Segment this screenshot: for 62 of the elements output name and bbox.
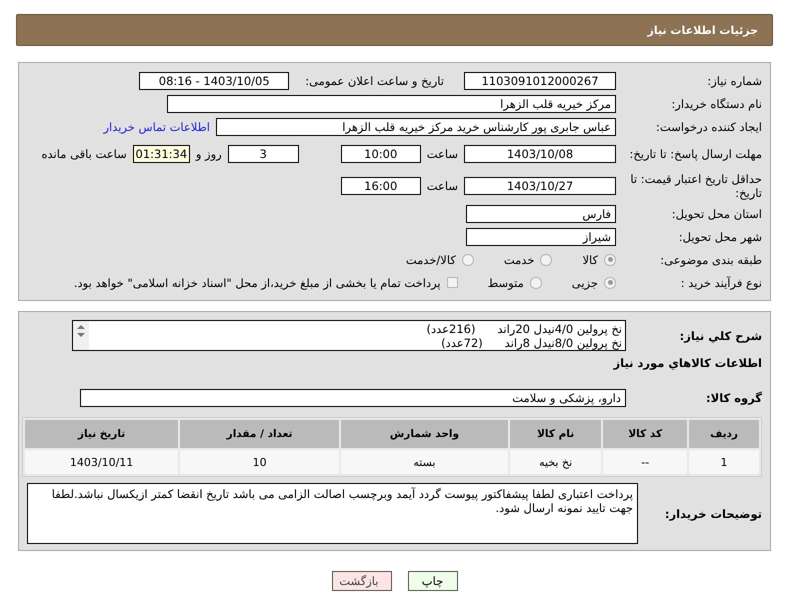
column-header: ردیف (689, 420, 759, 448)
validity-date-field[interactable]: 1403/10/27 (464, 177, 616, 195)
deadline-date-field[interactable]: 1403/10/08 (464, 145, 616, 163)
table-cell: 1 (689, 450, 759, 474)
radio-label: کالا/خدمت (406, 252, 456, 266)
column-header: نام کالا (510, 420, 602, 448)
field-label: ساعت (426, 179, 458, 193)
field-label: طبقه بندی موضوعی: (659, 252, 762, 266)
section-heading: اطلاعات کالاهاي مورد نياز (614, 356, 762, 370)
radio-button[interactable] (462, 254, 474, 266)
need-number-field[interactable]: 1103091012000267 (464, 72, 616, 90)
field-label: نام دستگاه خریدار: (670, 96, 762, 110)
checkbox-label: پرداخت تمام یا بخشی از مبلغ خرید،از محل "اسناد خزانه اسلامی" خواهد بود. (74, 276, 441, 290)
notes-textarea[interactable]: پرداخت اعتباری لطفا پیشفاکتور پیوست گردد آیمد وبرچسب اصالت الزامی می باشد تاریخ انقضا کمتر ازیکسال نباشد.لطفا جهت تایید نمونه ارسال شود. (27, 483, 638, 544)
field-label: شماره نیاز: (706, 74, 762, 88)
table-cell: 10 (180, 450, 339, 474)
table-cell: -- (603, 450, 688, 474)
remaining-time-field[interactable]: 01:31:34 (132, 145, 190, 163)
column-header: تاریخ نیاز (25, 420, 178, 448)
column-header: کد کالا (603, 420, 688, 448)
field-label: ایجاد کننده درخواست: (655, 120, 762, 134)
radio-label: متوسط (488, 276, 524, 290)
field-label: گروه کالا: (705, 390, 762, 404)
table-cell: نخ بخیه (510, 450, 602, 474)
radio-label: خدمت (504, 252, 534, 266)
validity-time-field[interactable]: 16:00 (340, 177, 421, 195)
field-label: حداقل تاریخ اعتبار قیمت: تا تاریخ: (629, 172, 762, 200)
field-label: ساعت باقی مانده (42, 147, 127, 161)
field-label: روز و (196, 147, 222, 161)
announce-date-field[interactable]: 1403/10/05 - 08:16 (139, 72, 290, 90)
radio-button[interactable] (604, 254, 616, 266)
field-label: نوع فرآیند خرید : (680, 276, 762, 290)
field-label: شهر محل تحویل: (678, 230, 762, 244)
table-cell: بسته (341, 450, 508, 474)
column-header: تعداد / مقدار (180, 420, 339, 448)
field-label: تاریخ و ساعت اعلان عمومی: (305, 74, 444, 88)
radio-label: جزیی (572, 276, 598, 290)
column-header: واحد شمارش (341, 420, 508, 448)
radio-button[interactable] (604, 276, 616, 288)
province-field[interactable]: فارس (466, 204, 616, 222)
product-group-field[interactable]: دارو، پزشکی و سلامت (80, 388, 626, 406)
scroll-arrows-icon[interactable] (75, 324, 87, 338)
field-label: استان محل تحویل: (670, 206, 762, 220)
field-label: مهلت ارسال پاسخ: تا تاریخ: (628, 147, 762, 161)
radio-label: کالا (582, 252, 598, 266)
checkbox[interactable] (446, 277, 458, 288)
field-label: ساعت (426, 147, 458, 161)
table-cell: 1403/10/11 (25, 450, 178, 474)
print-button[interactable]: چاپ (408, 571, 458, 591)
deadline-time-field[interactable]: 10:00 (340, 145, 421, 163)
description-textarea[interactable]: نخ پرولین 4/0نیدل 20راند (216عدد) نخ پرولین 8/0نیدل 8راند (72عدد) (72, 320, 626, 351)
page-title: جزئیات اطلاعات نیاز (648, 24, 758, 36)
radio-button[interactable] (530, 276, 542, 288)
city-field[interactable]: شیراز (466, 228, 616, 246)
contact-link[interactable]: اطلاعات تماس خریدار (103, 120, 210, 134)
field-label: توضیحات خریدار: (664, 506, 762, 520)
buyer-field[interactable]: مرکز خیریه قلب الزهرا (167, 94, 616, 112)
requester-field[interactable]: عباس جابری پور کارشناس خرید مرکز خیریه قلب الزهرا (216, 118, 616, 136)
field-label: شرح کلي نياز: (678, 328, 762, 342)
radio-button[interactable] (540, 254, 552, 266)
back-button[interactable]: بازگشت (332, 571, 392, 591)
days-field[interactable]: 3 (228, 145, 299, 163)
